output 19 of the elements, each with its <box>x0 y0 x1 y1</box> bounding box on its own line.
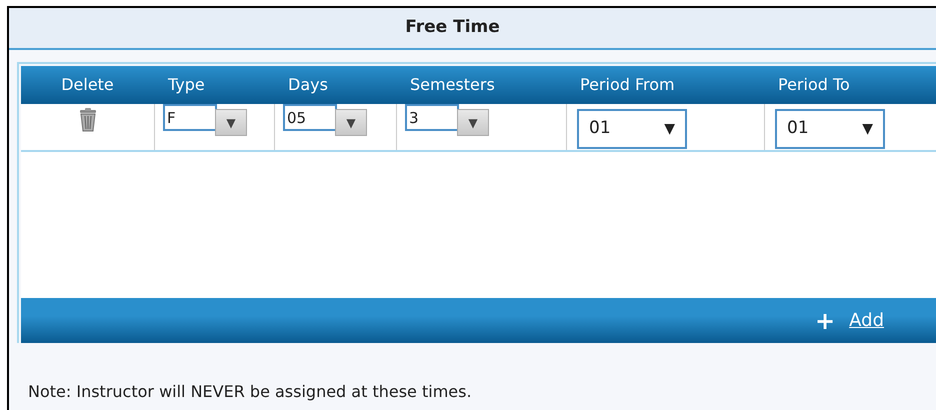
column-header: Period From <box>580 75 675 94</box>
select-field[interactable]: 01 ▼ <box>577 109 687 149</box>
dropdown-button[interactable]: ▼ <box>215 109 247 136</box>
column-header: Semesters <box>410 75 495 94</box>
dropdown-button[interactable]: ▼ <box>457 109 489 136</box>
column-header: Delete <box>61 75 114 94</box>
select-field[interactable]: 01 ▼ <box>775 109 885 149</box>
panel-title: Free Time <box>405 16 500 40</box>
dropdown-button[interactable]: ▼ <box>335 109 367 136</box>
column-header: Type <box>168 75 205 94</box>
combo-input[interactable]: F <box>163 104 217 131</box>
plus-icon: + <box>815 302 836 338</box>
add-link[interactable]: Add <box>849 307 884 334</box>
combo-input[interactable]: 05 <box>283 104 337 131</box>
column-header: Days <box>288 75 328 94</box>
column-header: Period To <box>778 75 850 94</box>
combo-input[interactable]: 3 <box>405 104 459 131</box>
note-text: Note: Instructor will NEVER be assigned at these times. <box>28 382 472 401</box>
trash-icon[interactable] <box>78 108 96 132</box>
